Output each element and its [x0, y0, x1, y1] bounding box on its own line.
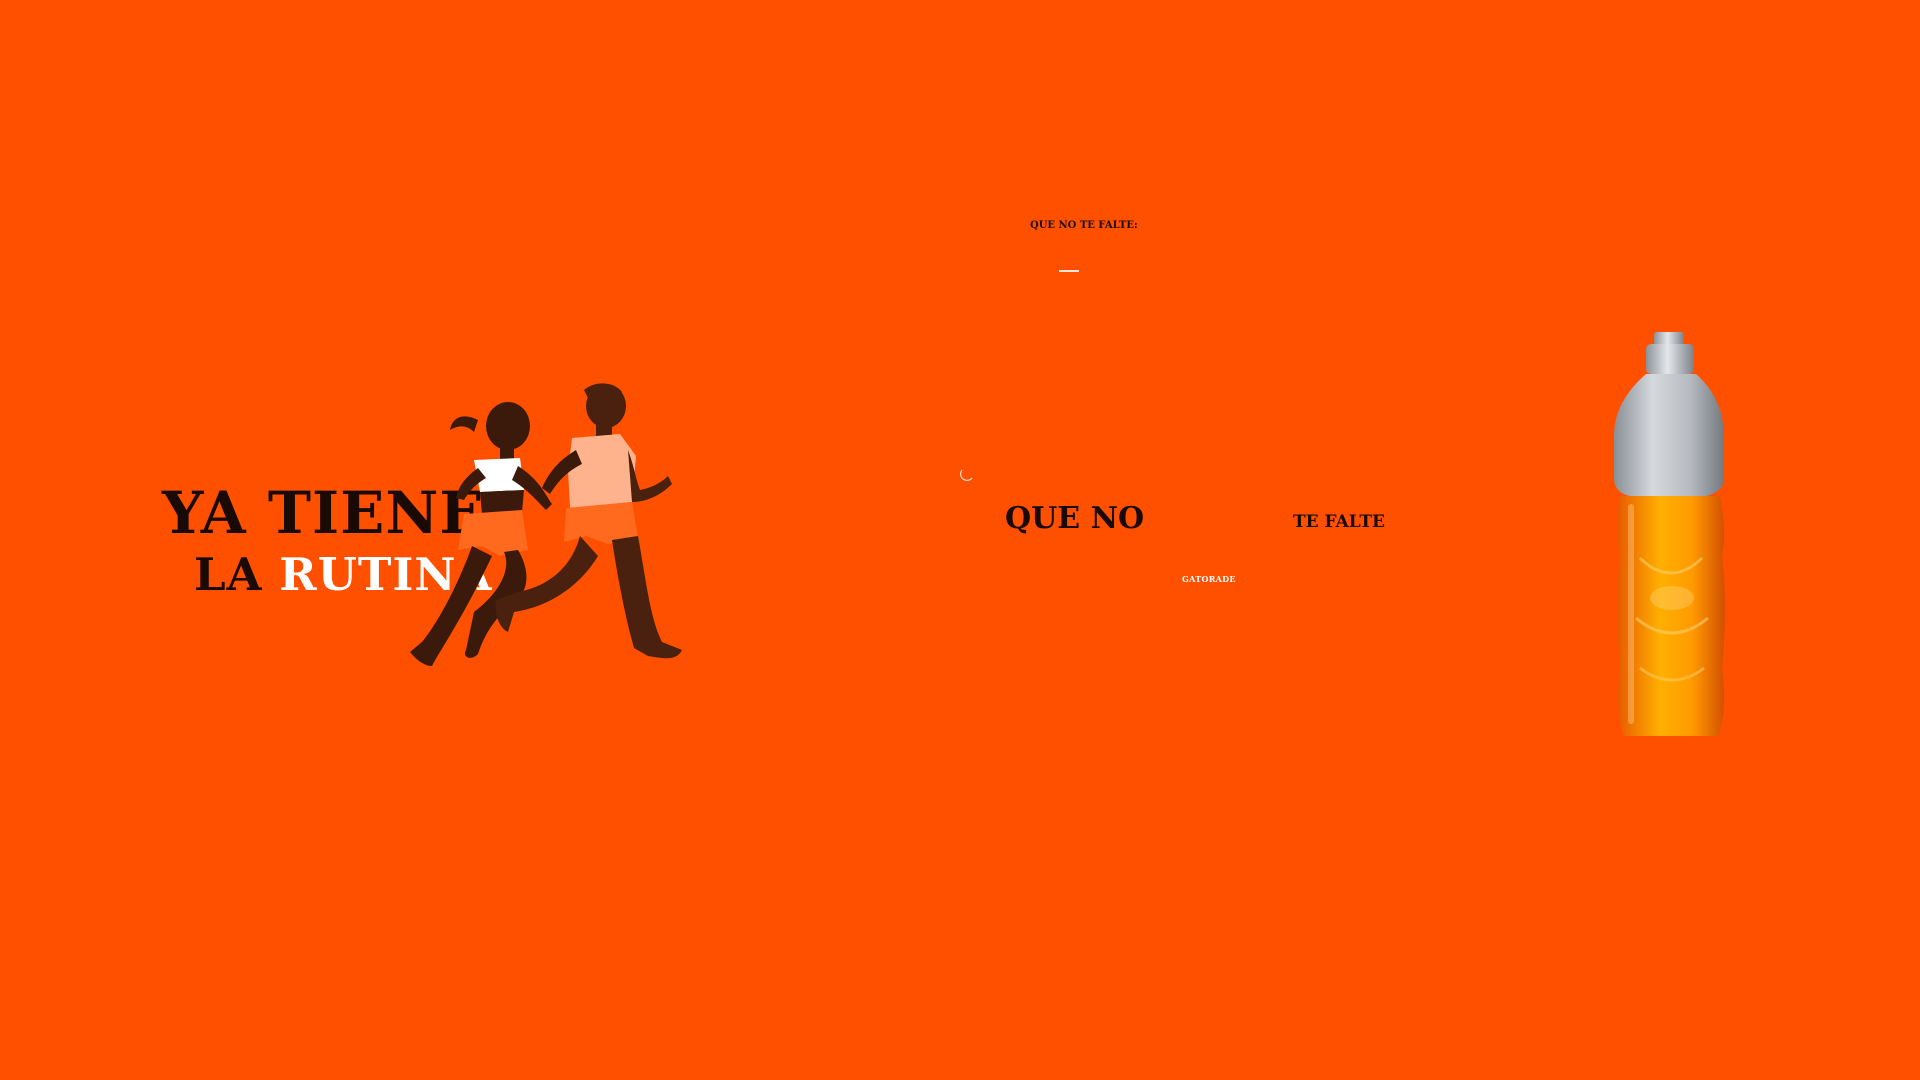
woman-runner	[410, 402, 552, 666]
brand-label: GATORADE	[1182, 574, 1236, 584]
bottle-image	[1614, 332, 1725, 736]
headline-la: LA	[194, 548, 280, 601]
main-text-que-no: QUE NO	[1005, 501, 1145, 536]
ad-stage: YA TIENES LA RUTINA QUE NO TE FALTE: QUE…	[0, 0, 1920, 1080]
main-text-te-falte: TE FALTE	[1293, 512, 1385, 532]
small-heading: QUE NO TE FALTE:	[1030, 220, 1138, 231]
small-divider	[1059, 270, 1079, 272]
spinner-icon	[960, 469, 973, 481]
runners-illustration	[410, 383, 682, 666]
